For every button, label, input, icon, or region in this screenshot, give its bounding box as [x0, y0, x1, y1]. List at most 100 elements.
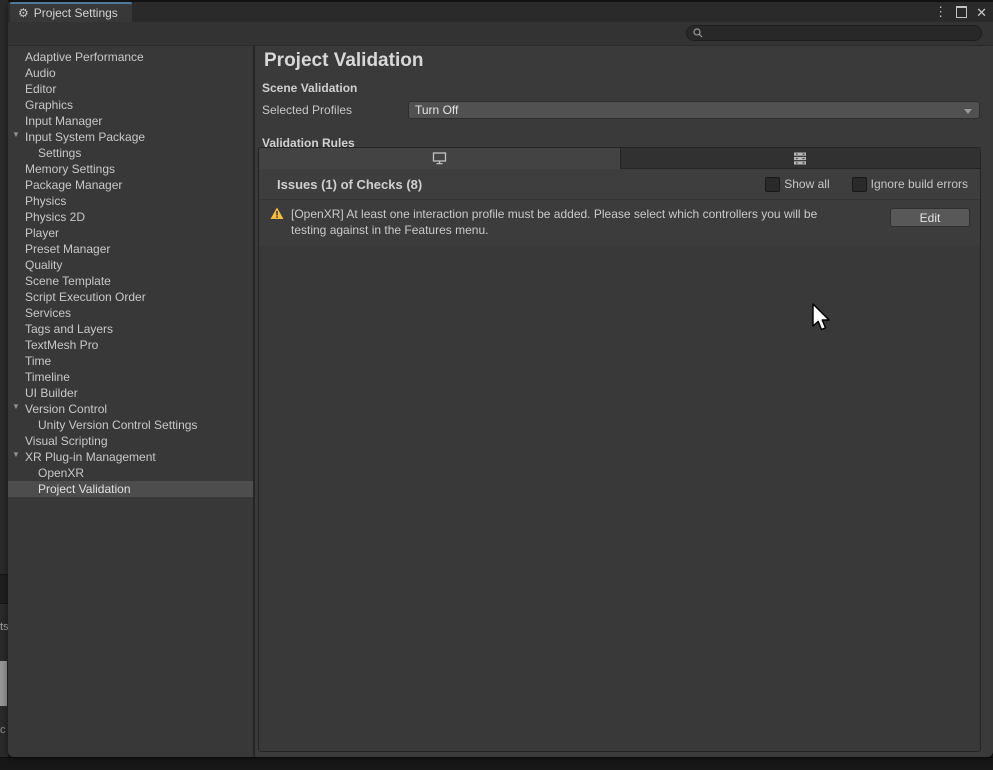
platform-tabstrip [259, 148, 980, 169]
background-editor-sliver: ts c [0, 0, 8, 769]
sidebar-item-audio[interactable]: Audio [8, 65, 253, 81]
sidebar-item-timeline[interactable]: Timeline [8, 369, 253, 385]
foldout-arrow-icon[interactable]: ▼ [12, 450, 20, 459]
project-settings-window: ⚙ Project Settings ⋮ ✕ Adaptive Performa… [8, 2, 993, 757]
sidebar-item-memory-settings[interactable]: Memory Settings [8, 161, 253, 177]
window-body: Adaptive Performance Audio Editor Graphics I… [8, 46, 993, 757]
sidebar-item-label: OpenXR [8, 466, 84, 480]
gear-icon: ⚙ [18, 7, 29, 19]
sidebar-item-label: Visual Scripting [8, 434, 108, 448]
sidebar-item-script-execution-order[interactable]: Script Execution Order [8, 289, 253, 305]
monitor-icon [432, 152, 447, 165]
sidebar-item-openxr[interactable]: OpenXR [8, 465, 253, 481]
tab-title: Project Settings [34, 6, 118, 20]
window-controls: ⋮ ✕ [934, 2, 987, 22]
window-titlebar[interactable]: ⚙ Project Settings ⋮ ✕ [8, 2, 993, 22]
sidebar-item-tags-and-layers[interactable]: Tags and Layers [8, 321, 253, 337]
sidebar-item-textmesh-pro[interactable]: TextMesh Pro [8, 337, 253, 353]
sidebar-item-adaptive-performance[interactable]: Adaptive Performance [8, 49, 253, 65]
tab-project-settings[interactable]: ⚙ Project Settings [10, 2, 132, 22]
validation-issue-row[interactable]: [OpenXR] At least one interaction profil… [259, 199, 980, 246]
show-all-label[interactable]: Show all [784, 177, 829, 191]
sidebar-item-label: UI Builder [8, 386, 78, 400]
screen-bottom-edge [0, 757, 993, 770]
sidebar-item-graphics[interactable]: Graphics [8, 97, 253, 113]
selected-profiles-dropdown[interactable]: Turn Off [408, 101, 980, 119]
sidebar-item-unity-version-control-settings[interactable]: Unity Version Control Settings [8, 417, 253, 433]
show-all-checkbox[interactable] [765, 177, 780, 192]
maximize-icon[interactable] [956, 6, 967, 18]
sidebar-item-visual-scripting[interactable]: Visual Scripting [8, 433, 253, 449]
sidebar-item-input-system-package[interactable]: ▼Input System Package [8, 129, 253, 145]
sidebar-item-player[interactable]: Player [8, 225, 253, 241]
sidebar-item-quality[interactable]: Quality [8, 257, 253, 273]
background-fragment-text: c [0, 724, 6, 736]
sidebar-item-label: Services [8, 306, 71, 320]
background-fragment-light-block [0, 661, 7, 706]
ignore-build-errors-checkbox[interactable] [852, 177, 867, 192]
server-list-icon [793, 152, 807, 165]
close-icon[interactable]: ✕ [976, 6, 987, 19]
search-box[interactable] [686, 25, 982, 41]
sidebar-item-label: TextMesh Pro [8, 338, 98, 352]
warning-icon [270, 207, 284, 220]
settings-list: Adaptive Performance Audio Editor Graphics I… [8, 46, 253, 757]
sidebar-item-xr-plug-in-management[interactable]: ▼XR Plug-in Management [8, 449, 253, 465]
selected-profiles-label: Selected Profiles [262, 103, 408, 117]
sidebar-item-label: Quality [8, 258, 62, 272]
sidebar-item-label: Settings [8, 146, 81, 160]
sidebar-item-version-control[interactable]: ▼Version Control [8, 401, 253, 417]
main-panel: Project Validation Scene Validation Sele… [255, 46, 993, 757]
settings-toolbar [8, 22, 993, 46]
sidebar-item-label: Preset Manager [8, 242, 110, 256]
tab-server-platform[interactable] [620, 148, 981, 169]
ignore-build-errors-label[interactable]: Ignore build errors [871, 177, 968, 191]
validation-issue-message: [OpenXR] At least one interaction profil… [291, 206, 853, 238]
sidebar-item-editor[interactable]: Editor [8, 81, 253, 97]
sidebar-item-label: Graphics [8, 98, 73, 112]
background-fragment-block [0, 574, 8, 604]
sidebar-item-services[interactable]: Services [8, 305, 253, 321]
sidebar-item-settings[interactable]: Settings [8, 145, 253, 161]
foldout-arrow-icon[interactable]: ▼ [12, 130, 20, 139]
search-icon [693, 28, 703, 38]
issues-count-label: Issues (1) of Checks (8) [277, 177, 422, 192]
sidebar-item-label: Adaptive Performance [8, 50, 144, 64]
validation-rules-panel: Issues (1) of Checks (8) Show all Ignore… [258, 147, 981, 752]
sidebar-item-label: Package Manager [8, 178, 122, 192]
window-menu-icon[interactable]: ⋮ [934, 4, 947, 20]
sidebar-item-label: Time [8, 354, 51, 368]
sidebar-item-label: Script Execution Order [8, 290, 146, 304]
sidebar-item-label: Input Manager [8, 114, 102, 128]
sidebar-item-label: Tags and Layers [8, 322, 113, 336]
sidebar-item-label: Unity Version Control Settings [8, 418, 197, 432]
scene-validation-heading: Scene Validation [262, 81, 993, 95]
sidebar-item-physics[interactable]: Physics [8, 193, 253, 209]
sidebar-item-label: Input System Package [8, 130, 145, 144]
sidebar-item-time[interactable]: Time [8, 353, 253, 369]
sidebar-item-scene-template[interactable]: Scene Template [8, 273, 253, 289]
sidebar-item-label: Physics 2D [8, 210, 85, 224]
background-fragment-text: ts [0, 621, 8, 633]
sidebar-item-ui-builder[interactable]: UI Builder [8, 385, 253, 401]
edit-button[interactable]: Edit [890, 208, 970, 227]
sidebar-item-project-validation[interactable]: Project Validation [8, 481, 253, 497]
sidebar-item-label: Physics [8, 194, 66, 208]
sidebar-item-package-manager[interactable]: Package Manager [8, 177, 253, 193]
sidebar-item-preset-manager[interactable]: Preset Manager [8, 241, 253, 257]
sidebar-item-label: XR Plug-in Management [8, 450, 156, 464]
sidebar-item-label: Project Validation [8, 482, 131, 496]
sidebar-item-input-manager[interactable]: Input Manager [8, 113, 253, 129]
sidebar-item-label: Player [8, 226, 59, 240]
page-title: Project Validation [264, 50, 993, 72]
foldout-arrow-icon[interactable]: ▼ [12, 402, 20, 411]
search-input[interactable] [707, 26, 971, 40]
sidebar-item-label: Version Control [8, 402, 107, 416]
sidebar-item-label: Editor [8, 82, 56, 96]
issues-empty-area [259, 246, 980, 751]
sidebar-item-physics-2d[interactable]: Physics 2D [8, 209, 253, 225]
sidebar-item-label: Audio [8, 66, 56, 80]
selected-profiles-row: Selected Profiles Turn Off [262, 101, 980, 119]
tab-standalone-platform[interactable] [259, 148, 620, 169]
sidebar-item-label: Memory Settings [8, 162, 115, 176]
